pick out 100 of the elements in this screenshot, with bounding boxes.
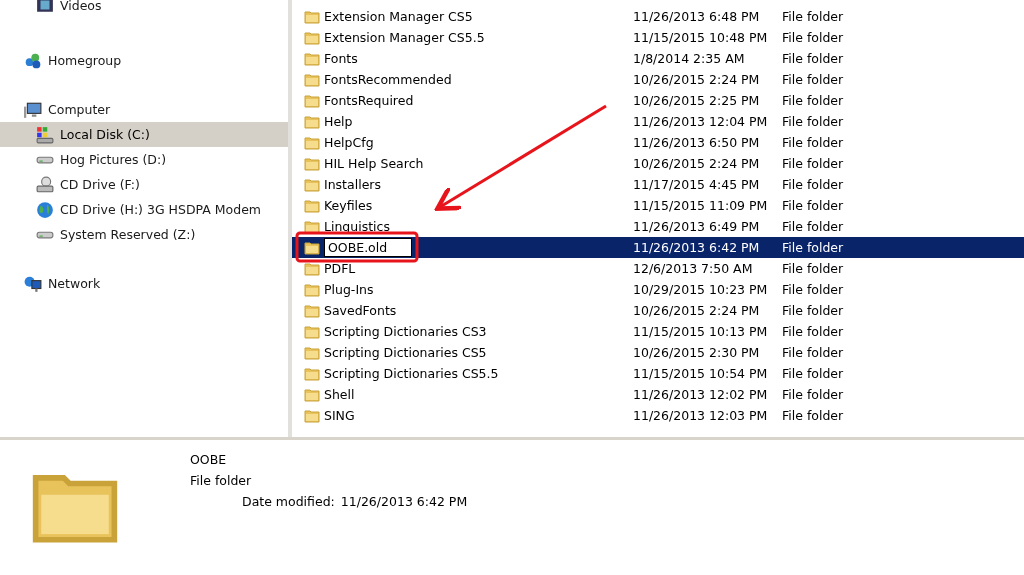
- type-cell: File folder: [782, 51, 844, 66]
- file-row[interactable]: Scripting Dictionaries CS3 11/15/2015 10:13 PM File folder: [292, 321, 1024, 342]
- item-name: OOBE: [190, 452, 228, 467]
- network-icon: [24, 274, 42, 293]
- homegroup-icon: [24, 51, 42, 70]
- file-row[interactable]: FontsRecommended 10/26/2015 2:24 PM File folder: [292, 69, 1024, 90]
- type-cell: File folder: [782, 282, 844, 297]
- file-row[interactable]: SavedFonts 10/26/2015 2:24 PM File folder: [292, 300, 1024, 321]
- folder-icon: [304, 302, 320, 319]
- folder-icon: [304, 50, 320, 67]
- sidebar-item[interactable]: Computer: [0, 97, 288, 122]
- file-name: PDFL: [324, 261, 356, 276]
- file-row[interactable]: Help 11/26/2013 12:04 PM File folder: [292, 111, 1024, 132]
- sidebar-item[interactable]: Homegroup: [0, 48, 288, 73]
- folder-icon: [304, 155, 320, 172]
- globe-icon: [36, 200, 54, 219]
- folder-icon: [304, 176, 320, 193]
- folder-icon: [304, 113, 320, 130]
- file-row[interactable]: Fonts 1/8/2014 2:35 AM File folder: [292, 48, 1024, 69]
- file-name: SavedFonts: [324, 303, 397, 318]
- file-row[interactable]: Scripting Dictionaries CS5 10/26/2015 2:30 PM File folder: [292, 342, 1024, 363]
- folder-icon: [304, 92, 320, 109]
- folder-icon: [304, 197, 320, 214]
- sidebar-item[interactable]: Network: [0, 271, 288, 296]
- file-name: SING: [324, 408, 355, 423]
- type-cell: File folder: [782, 114, 844, 129]
- sidebar-item[interactable]: CD Drive (H:) 3G HSDPA Modem: [0, 197, 288, 222]
- type-cell: File folder: [782, 303, 844, 318]
- type-cell: File folder: [782, 345, 844, 360]
- sidebar-item[interactable]: Local Disk (C:): [0, 122, 288, 147]
- date-cell-text: 11/26/2013 12:03 PM: [633, 408, 769, 423]
- date-cell-text: 12/6/2013 7:50 AM: [633, 261, 754, 276]
- date-cell-text: 10/26/2015 2:25 PM: [633, 93, 761, 108]
- type-cell: File folder: [782, 240, 844, 255]
- type-cell: File folder: [782, 30, 844, 45]
- drive-icon: [36, 154, 54, 165]
- rename-field[interactable]: OOBE.old: [324, 238, 412, 257]
- date-cell-text: 11/17/2015 4:45 PM: [633, 177, 761, 192]
- file-row[interactable]: Extension Manager CS5 11/26/2013 6:48 PM File folder: [292, 6, 1024, 27]
- file-row[interactable]: Plug-Ins 10/29/2015 10:23 PM File folder: [292, 279, 1024, 300]
- date-cell-text: 10/26/2015 2:24 PM: [633, 303, 761, 318]
- type-cell: File folder: [782, 177, 844, 192]
- sidebar-item[interactable]: Videos: [0, 0, 288, 14]
- file-name: HelpCfg: [324, 135, 374, 150]
- type-cell: File folder: [782, 408, 844, 423]
- sidebar-item[interactable]: Hog Pictures (D:): [0, 147, 288, 172]
- folder-icon: [304, 239, 320, 256]
- computer-icon: [24, 100, 42, 119]
- folder-icon: [304, 8, 320, 25]
- date-cell-text: 11/15/2015 10:13 PM: [633, 324, 769, 339]
- folder-icon: [304, 407, 320, 424]
- type-cell: File folder: [782, 366, 844, 381]
- date-cell-text: 11/15/2015 11:09 PM: [633, 198, 769, 213]
- date-cell-text: 1/8/2014 2:35 AM: [633, 51, 746, 66]
- folder-icon: [304, 344, 320, 361]
- folder-icon: [304, 323, 320, 340]
- file-row[interactable]: Shell 11/26/2013 12:02 PM File folder: [292, 384, 1024, 405]
- sidebar-item[interactable]: System Reserved (Z:): [0, 222, 288, 247]
- type-cell: File folder: [782, 156, 844, 171]
- type-cell: File folder: [782, 93, 844, 108]
- date-cell-text: 10/29/2015 10:23 PM: [633, 282, 769, 297]
- date-cell-text: 10/26/2015 2:24 PM: [633, 72, 761, 87]
- type-cell: File folder: [782, 261, 844, 276]
- date-value: 11/26/2013 6:42 PM: [340, 494, 468, 509]
- folder-icon: [304, 71, 320, 88]
- file-name: Linguistics: [324, 219, 390, 234]
- file-row[interactable]: HIL Help Search 10/26/2015 2:24 PM File folder: [292, 153, 1024, 174]
- file-name: HIL Help Search: [324, 156, 424, 171]
- file-row[interactable]: Keyfiles 11/15/2015 11:09 PM File folder: [292, 195, 1024, 216]
- folder-icon: [304, 365, 320, 382]
- file-row[interactable]: Installers 11/17/2015 4:45 PM File folder: [292, 174, 1024, 195]
- date-cell-text: 11/26/2013 6:48 PM: [633, 9, 761, 24]
- item-type: File folder: [190, 473, 253, 488]
- file-name: Installers: [324, 177, 381, 192]
- date-cell-text: 10/26/2015 2:30 PM: [633, 345, 761, 360]
- file-name: Fonts: [324, 51, 358, 66]
- file-name: Help: [324, 114, 353, 129]
- drive-icon: [36, 125, 54, 144]
- date-cell-text: 11/26/2013 6:50 PM: [633, 135, 761, 150]
- film-icon: [36, 0, 54, 14]
- file-row[interactable]: OOBE.old 11/26/2013 6:42 PM File folder: [292, 237, 1024, 258]
- file-row[interactable]: PDFL 12/6/2013 7:50 AM File folder: [292, 258, 1024, 279]
- file-row[interactable]: Scripting Dictionaries CS5.5 11/15/2015 10:54 PM File folder: [292, 363, 1024, 384]
- file-row[interactable]: Extension Manager CS5.5 11/15/2015 10:48 PM File folder: [292, 27, 1024, 48]
- file-row[interactable]: SING 11/26/2013 12:03 PM File folder: [292, 405, 1024, 426]
- file-row[interactable]: Linguistics 11/26/2013 6:49 PM File folder: [292, 216, 1024, 237]
- type-cell: File folder: [782, 135, 844, 150]
- file-name: FontsRecommended: [324, 72, 452, 87]
- file-row[interactable]: FontsRequired 10/26/2015 2:25 PM File folder: [292, 90, 1024, 111]
- type-cell: File folder: [782, 324, 844, 339]
- file-name: FontsRequired: [324, 93, 414, 108]
- file-name: Scripting Dictionaries CS5: [324, 345, 487, 360]
- folder-icon: [304, 260, 320, 277]
- file-name: Plug-Ins: [324, 282, 374, 297]
- file-row[interactable]: HelpCfg 11/26/2013 6:50 PM File folder: [292, 132, 1024, 153]
- sidebar-item[interactable]: CD Drive (F:): [0, 172, 288, 197]
- file-name: Shell: [324, 387, 355, 402]
- folder-icon: [304, 386, 320, 403]
- date-cell-text: 11/26/2013 6:49 PM: [633, 219, 761, 234]
- date-cell-text: 11/26/2013 6:42 PM: [633, 240, 761, 255]
